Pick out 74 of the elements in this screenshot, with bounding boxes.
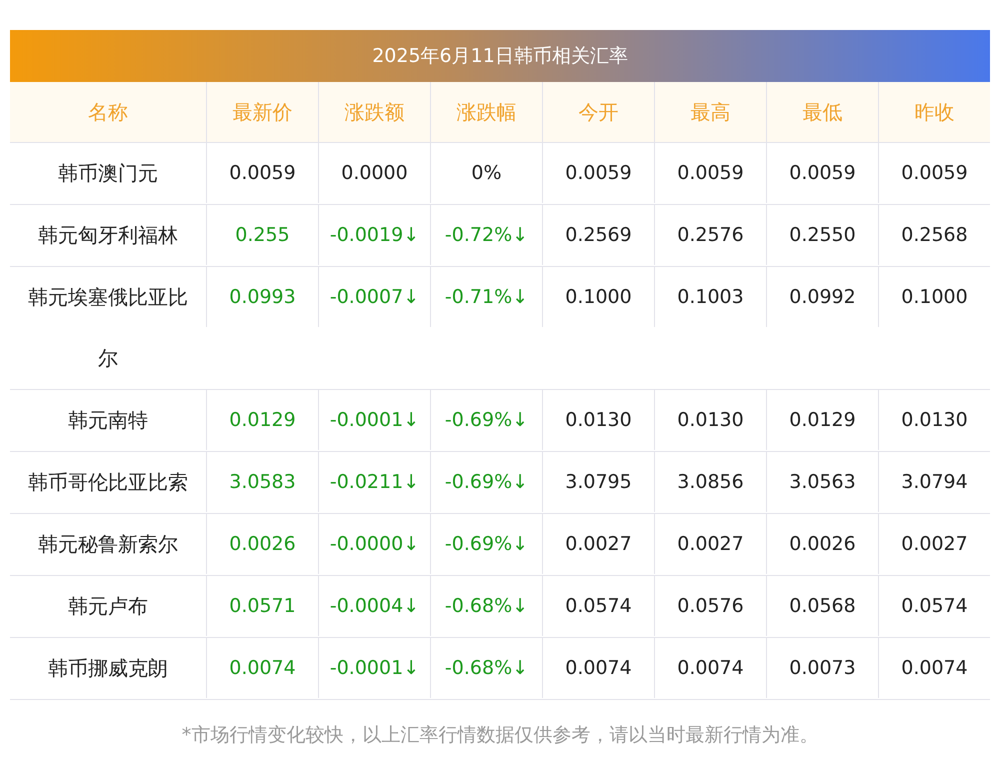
high-cell: 3.0856: [654, 452, 766, 512]
high-cell: 0.0074: [654, 638, 766, 698]
percent-cell: -0.68%↓: [430, 638, 542, 698]
price-cell: 0.0026: [206, 514, 318, 574]
disclaimer-note: *市场行情变化较快，以上汇率行情数据仅供参考，请以当时最新行情为准。: [180, 723, 820, 748]
high-cell: 0.1003: [654, 267, 766, 327]
open-cell: 0.0574: [542, 576, 654, 636]
change-cell: -0.0000↓: [318, 514, 430, 574]
low-cell: 0.2550: [766, 205, 878, 265]
price-cell: 0.255: [206, 205, 318, 265]
low-cell: 0.0568: [766, 576, 878, 636]
percent-cell: -0.69%↓: [430, 390, 542, 450]
open-cell: 0.0130: [542, 390, 654, 450]
price-cell: 0.0074: [206, 638, 318, 698]
prev-close-cell: 0.0074: [878, 638, 990, 698]
prev-close-cell: 0.0574: [878, 576, 990, 636]
prev-close-cell: 0.0027: [878, 514, 990, 574]
prev-close-cell: 0.0059: [878, 143, 990, 203]
column-header: 最新价: [206, 82, 318, 142]
change-cell: 0.0000: [318, 143, 430, 203]
column-header: 涨跌幅: [430, 82, 542, 142]
currency-name: 韩元匈牙利福林: [37, 222, 179, 249]
currency-name: 韩元卢布: [67, 593, 149, 620]
currency-name: 韩币澳门元: [57, 160, 159, 187]
prev-close-cell: 0.0130: [878, 390, 990, 450]
price-cell: 0.0059: [206, 143, 318, 203]
price-cell: 0.0129: [206, 390, 318, 450]
currency-name: 韩元秘鲁新索尔: [37, 531, 179, 558]
open-cell: 0.2569: [542, 205, 654, 265]
percent-cell: -0.71%↓: [430, 267, 542, 327]
change-cell: -0.0004↓: [318, 576, 430, 636]
price-cell: 3.0583: [206, 452, 318, 512]
low-cell: 0.0026: [766, 514, 878, 574]
high-cell: 0.0027: [654, 514, 766, 574]
high-cell: 0.0059: [654, 143, 766, 203]
percent-cell: 0%: [430, 143, 542, 203]
table-title: 2025年6月11日韩币相关汇率: [10, 30, 990, 82]
currency-name: 韩币挪威克朗: [47, 655, 169, 682]
open-cell: 0.0074: [542, 638, 654, 698]
column-header: 今开: [542, 82, 654, 142]
currency-name: 韩元南特: [67, 407, 149, 434]
low-cell: 3.0563: [766, 452, 878, 512]
high-cell: 0.0576: [654, 576, 766, 636]
low-cell: 0.0059: [766, 143, 878, 203]
change-cell: -0.0019↓: [318, 205, 430, 265]
column-header: 最高: [654, 82, 766, 142]
percent-cell: -0.69%↓: [430, 514, 542, 574]
percent-cell: -0.69%↓: [430, 452, 542, 512]
change-cell: -0.0001↓: [318, 390, 430, 450]
low-cell: 0.0129: [766, 390, 878, 450]
percent-cell: -0.72%↓: [430, 205, 542, 265]
open-cell: 0.0027: [542, 514, 654, 574]
low-cell: 0.0073: [766, 638, 878, 698]
price-cell: 0.0993: [206, 267, 318, 327]
open-cell: 3.0795: [542, 452, 654, 512]
price-cell: 0.0571: [206, 576, 318, 636]
change-cell: -0.0001↓: [318, 638, 430, 698]
high-cell: 0.0130: [654, 390, 766, 450]
change-cell: -0.0211↓: [318, 452, 430, 512]
column-header: 昨收: [878, 82, 990, 142]
column-header: 名称: [87, 98, 129, 126]
currency-name: 韩币哥伦比亚比索: [27, 469, 189, 496]
column-header: 最低: [766, 82, 878, 142]
change-cell: -0.0007↓: [318, 267, 430, 327]
prev-close-cell: 0.1000: [878, 267, 990, 327]
open-cell: 0.0059: [542, 143, 654, 203]
high-cell: 0.2576: [654, 205, 766, 265]
low-cell: 0.0992: [766, 267, 878, 327]
prev-close-cell: 0.2568: [878, 205, 990, 265]
percent-cell: -0.68%↓: [430, 576, 542, 636]
column-header: 涨跌额: [318, 82, 430, 142]
prev-close-cell: 3.0794: [878, 452, 990, 512]
open-cell: 0.1000: [542, 267, 654, 327]
currency-name: 韩元埃塞俄比亚比尔: [27, 284, 189, 372]
